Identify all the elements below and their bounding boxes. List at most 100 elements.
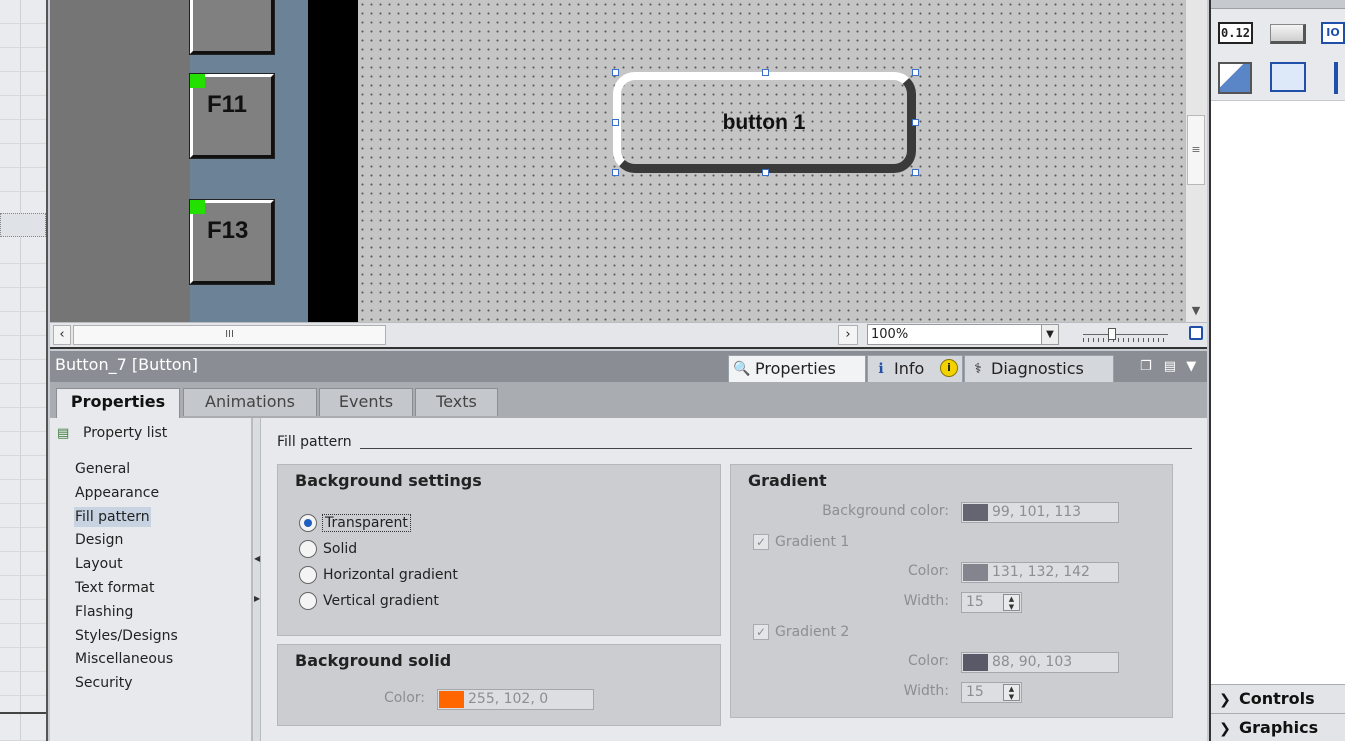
color-swatch[interactable] (439, 691, 464, 708)
io-field-icon[interactable]: 0.12 (1218, 22, 1253, 44)
stepper-arrows-icon[interactable]: ▲ ▼ (1003, 684, 1020, 701)
radio-button[interactable] (299, 592, 317, 610)
collapse-left-icon[interactable]: ◀ (254, 554, 260, 563)
resize-handle[interactable] (912, 169, 919, 176)
nav-item-flashing[interactable]: Flashing (74, 602, 134, 622)
info-icon: ℹ (878, 361, 884, 377)
property-list-link[interactable]: ▤ Property list (57, 425, 167, 442)
function-key-f11[interactable]: F11 (190, 74, 274, 158)
zoom-slider[interactable] (1083, 326, 1168, 344)
hmi-display-border (308, 0, 358, 322)
radio-solid[interactable]: Solid (299, 539, 357, 559)
color-swatch[interactable] (963, 564, 988, 581)
color-swatch[interactable] (963, 654, 988, 671)
section-controls[interactable]: ❯ Controls (1211, 684, 1345, 713)
zoom-slider-knob[interactable] (1108, 328, 1116, 340)
resize-handle[interactable] (612, 69, 619, 76)
subtab-texts[interactable]: Texts (415, 388, 498, 416)
checkbox-label: Gradient 2 (775, 624, 850, 640)
gradient1-color-field[interactable]: 131, 132, 142 (961, 562, 1119, 583)
width1-stepper[interactable]: 15 ▲ ▼ (961, 592, 1022, 613)
gradient-bg-color-field[interactable]: 99, 101, 113 (961, 502, 1119, 523)
resize-handle[interactable] (612, 169, 619, 176)
width1-label: Width: (903, 593, 949, 609)
subtab-animations[interactable]: Animations (183, 388, 317, 416)
resize-handle[interactable] (762, 169, 769, 176)
tab-diagnostics[interactable]: ⚕ Diagnostics (964, 355, 1114, 382)
info-warning-badge: i (940, 359, 958, 377)
nav-item-text-format[interactable]: Text format (74, 578, 155, 598)
subtab-events[interactable]: Events (319, 388, 413, 416)
elements-palette-header[interactable] (1211, 0, 1345, 9)
nav-item-layout[interactable]: Layout (74, 554, 124, 574)
hmi-panel-frame (50, 0, 190, 322)
radio-vertical-gradient[interactable]: Vertical gradient (299, 591, 439, 611)
stepper-arrows-icon[interactable]: ▲ ▼ (1003, 594, 1020, 611)
solid-color-field[interactable]: 255, 102, 0 (437, 689, 594, 710)
nav-item-design[interactable]: Design (74, 530, 124, 550)
radio-transparent[interactable]: Transparent (299, 513, 411, 533)
radio-button[interactable] (299, 566, 317, 584)
width2-stepper[interactable]: 15 ▲ ▼ (961, 682, 1022, 703)
resize-handle[interactable] (912, 69, 919, 76)
selected-tree-row[interactable] (0, 213, 46, 237)
checkbox-box[interactable]: ✓ (753, 534, 769, 550)
color-value: 88, 90, 103 (992, 654, 1073, 670)
section-label: Controls (1239, 689, 1315, 708)
button-element-icon[interactable] (1270, 24, 1306, 44)
function-key-label: F13 (207, 217, 249, 244)
zoom-fit-icon[interactable] (1189, 326, 1203, 340)
scroll-down-icon[interactable]: ▼ (1187, 302, 1205, 320)
collapse-icon[interactable]: ▼ (1186, 359, 1196, 374)
scroll-right-icon[interactable]: › (838, 325, 858, 345)
resize-handle[interactable] (912, 119, 919, 126)
horizontal-scroll-thumb[interactable]: III (73, 325, 386, 345)
graphic-io-field-icon[interactable] (1218, 62, 1252, 94)
nav-item-miscellaneous[interactable]: Miscellaneous (74, 649, 174, 669)
function-key-led (190, 200, 205, 214)
function-key-label: F11 (207, 91, 248, 118)
gradient2-color-field[interactable]: 88, 90, 103 (961, 652, 1119, 673)
date-time-field-icon[interactable] (1270, 62, 1306, 92)
resize-handle[interactable] (612, 119, 619, 126)
color2-label: Color: (907, 653, 949, 669)
nav-item-appearance[interactable]: Appearance (74, 483, 160, 503)
checkbox-box[interactable]: ✓ (753, 624, 769, 640)
width2-label: Width: (903, 683, 949, 699)
function-key-f13[interactable]: F13 (190, 200, 274, 284)
scroll-left-icon[interactable]: ‹ (53, 325, 71, 345)
nav-item-styles-designs[interactable]: Styles/Designs (74, 626, 179, 646)
subtab-properties[interactable]: Properties (56, 388, 180, 419)
vertical-scroll-thumb[interactable]: ≡ (1187, 115, 1205, 185)
tia-portal-window: { "editor": { "fkeys": [{"label": "F11"}… (0, 0, 1345, 741)
nav-item-general[interactable]: General (74, 459, 131, 479)
radio-label: Vertical gradient (323, 593, 439, 609)
project-tree-edge (0, 0, 48, 741)
nav-item-fill-pattern[interactable]: Fill pattern (74, 507, 151, 527)
gradient1-checkbox[interactable]: ✓ Gradient 1 (753, 532, 849, 552)
radio-horizontal-gradient[interactable]: Horizontal gradient (299, 565, 458, 585)
expand-right-icon[interactable]: ▶ (254, 594, 260, 603)
bar-element-icon[interactable] (1328, 62, 1345, 94)
resize-handle[interactable] (762, 69, 769, 76)
inspector-window-controls[interactable]: ❐ ▤ ▼ (1140, 359, 1202, 377)
hmi-button-selected[interactable]: button 1 (613, 72, 916, 173)
tab-label: Properties (755, 359, 836, 378)
restore-icon[interactable]: ❐ (1140, 359, 1152, 374)
radio-button[interactable] (299, 540, 317, 558)
nav-item-security[interactable]: Security (74, 673, 134, 693)
tab-properties[interactable]: 🔍 Properties (728, 355, 866, 382)
layout-icon[interactable]: ▤ (1164, 359, 1176, 374)
gradient2-checkbox[interactable]: ✓ Gradient 2 (753, 622, 849, 642)
zoom-select[interactable]: 100% (867, 324, 1059, 345)
color-swatch[interactable] (963, 504, 988, 521)
chevron-down-icon[interactable]: ▼ (1041, 325, 1058, 344)
diagnostics-icon: ⚕ (974, 361, 982, 377)
nav-splitter[interactable]: ◀ ▶ (252, 418, 261, 741)
section-label: Graphics (1239, 718, 1319, 737)
section-graphics[interactable]: ❯ Graphics (1211, 713, 1345, 741)
group-title: Gradient (748, 471, 827, 490)
radio-button[interactable] (299, 514, 317, 532)
function-key-partial[interactable] (190, 0, 274, 54)
symbolic-io-field-icon[interactable]: IO (1321, 22, 1345, 44)
